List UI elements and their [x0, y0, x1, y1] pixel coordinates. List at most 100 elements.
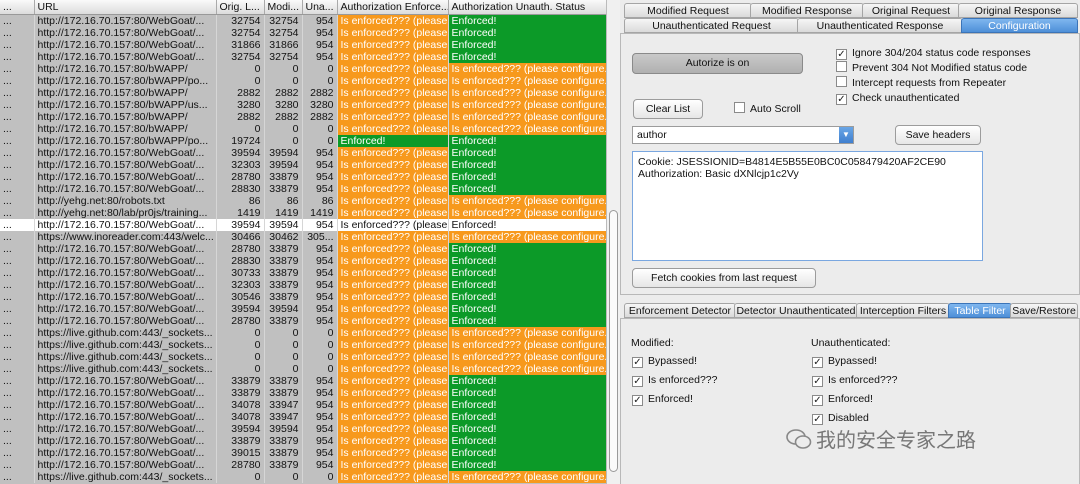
fetch-cookies-button[interactable]: Fetch cookies from last request: [632, 268, 816, 288]
save-headers-button[interactable]: Save headers: [895, 125, 981, 145]
tab-unauth-request[interactable]: Unauthenticated Request: [624, 18, 799, 33]
tab-table-filter[interactable]: Table Filter: [948, 303, 1012, 318]
cell-unauth-len: 0: [302, 339, 338, 351]
table-row[interactable]: ... http://172.16.70.157:80/bWAPP/2882 288…: [0, 87, 606, 99]
cell-unauth-len: 2882: [302, 87, 338, 99]
col-url-header[interactable]: URL: [34, 0, 217, 15]
table-row[interactable]: ... http://172.16.70.157:80/WebGoat/... 28…: [0, 459, 606, 471]
col-orig-len-header[interactable]: Orig. L...: [216, 0, 265, 15]
table-row[interactable]: ... http://172.16.70.157:80/WebGoat/... 32…: [0, 14, 606, 27]
table-row[interactable]: ... http://172.16.70.157:80/WebGoat/... 34…: [0, 399, 606, 411]
table-row[interactable]: ... http://yehg.net:80/robots.txt 86 86 86 Is…: [0, 195, 606, 207]
table-row[interactable]: ... https://live.github.com:443/_sockets.…: [0, 339, 606, 351]
table-row[interactable]: ... http://172.16.70.157:80/bWAPP/po... 0 0…: [0, 75, 606, 87]
cell-auth-status: Is enforced??? (please...: [337, 87, 449, 99]
tab-modified-response[interactable]: Modified Response: [750, 3, 864, 18]
cell-url: http://172.16.70.157:80/WebGoat/...: [34, 423, 217, 435]
table-row[interactable]: ... http://172.16.70.157:80/WebGoat/... 32…: [0, 279, 606, 291]
table-row[interactable]: ... https://live.github.com:443/_sockets.…: [0, 327, 606, 339]
cell-unauth-len: 954: [302, 435, 338, 447]
cell-unauth-status: Is enforced??? (please configure...: [448, 195, 606, 207]
tab-unauth-response[interactable]: Unauthenticated Response: [797, 18, 963, 33]
filter-unauth-disabled[interactable]: ✓ Disabled: [812, 411, 869, 425]
table-row[interactable]: ... https://live.github.com:443/_sockets.…: [0, 471, 606, 483]
auto-scroll-checkbox[interactable]: Auto Scroll: [734, 102, 801, 116]
table-scrollbar[interactable]: [606, 0, 620, 484]
cell-mod-len: 2882: [264, 87, 303, 99]
intercept-repeater-checkbox[interactable]: Intercept requests from Repeater: [836, 76, 1006, 90]
table-row[interactable]: ... http://172.16.70.157:80/WebGoat/... 39…: [0, 423, 606, 435]
prevent-304-checkbox[interactable]: Prevent 304 Not Modified status code: [836, 61, 1027, 75]
cell-orig-len: 28780: [216, 171, 265, 183]
autorize-toggle-button[interactable]: Autorize is on: [632, 53, 803, 74]
cell-auth-status: Is enforced??? (please...: [337, 159, 449, 171]
check-unauth-checkbox[interactable]: ✓ Check unauthenticated: [836, 91, 959, 105]
table-row[interactable]: ... https://live.github.com:443/_sockets.…: [0, 351, 606, 363]
table-row[interactable]: ... http://172.16.70.157:80/WebGoat/... 39…: [0, 447, 606, 459]
cell-mod-len: 0: [264, 363, 303, 375]
tab-configuration[interactable]: Configuration: [961, 18, 1078, 33]
col-id-header[interactable]: ...: [0, 0, 35, 15]
table-row[interactable]: ... http://172.16.70.157:80/bWAPP/0 0 0 Is e…: [0, 123, 606, 135]
cell-id: ...: [0, 303, 35, 315]
table-row[interactable]: ... http://172.16.70.157:80/bWAPP/2882 288…: [0, 111, 606, 123]
filter-mod-is-enforced[interactable]: ✓ Is enforced???: [632, 373, 717, 387]
table-row[interactable]: ... http://172.16.70.157:80/WebGoat/... 31…: [0, 39, 606, 51]
cell-unauth-len: 954: [302, 39, 338, 51]
col-unauth-len-header[interactable]: Una...: [302, 0, 338, 15]
table-row[interactable]: ... http://172.16.70.157:80/WebGoat/... 28…: [0, 315, 606, 327]
cell-id: ...: [0, 459, 35, 471]
table-row[interactable]: ... http://yehg.net:80/lab/pr0js/training…: [0, 207, 606, 219]
tab-original-request[interactable]: Original Request: [862, 3, 960, 18]
table-row[interactable]: ... http://172.16.70.157:80/WebGoat/... 39…: [0, 303, 606, 315]
filter-unauth-enforced[interactable]: ✓ Enforced!: [812, 392, 873, 406]
table-row[interactable]: ... http://172.16.70.157:80/WebGoat/... 30…: [0, 291, 606, 303]
cell-orig-len: 3280: [216, 99, 265, 111]
table-row[interactable]: ... http://172.16.70.157:80/WebGoat/... 28…: [0, 171, 606, 183]
table-row[interactable]: ... http://172.16.70.157:80/bWAPP/po... 19…: [0, 135, 606, 147]
filter-mod-bypassed[interactable]: ✓ Bypassed!: [632, 354, 697, 368]
filter-unauth-bypassed[interactable]: ✓ Bypassed!: [812, 354, 877, 368]
table-row[interactable]: ... http://172.16.70.157:80/WebGoat/... 33…: [0, 375, 606, 387]
table-row[interactable]: ... https://www.inoreader.com:443/welc...…: [0, 231, 606, 243]
table-row[interactable]: ... http://172.16.70.157:80/WebGoat/... 32…: [0, 27, 606, 39]
filter-unauth-is-enforced[interactable]: ✓ Is enforced???: [812, 373, 897, 387]
table-row[interactable]: ... http://172.16.70.157:80/WebGoat/... 32…: [0, 159, 606, 171]
table-row[interactable]: ... http://172.16.70.157:80/WebGoat/... 39…: [0, 147, 606, 159]
table-row[interactable]: ... http://172.16.70.157:80/WebGoat/... 39…: [0, 219, 606, 231]
headers-textarea[interactable]: Cookie: JSESSIONID=B4814E5B55E0BC0C05847…: [632, 151, 983, 261]
table-row[interactable]: ... http://172.16.70.157:80/WebGoat/... 30…: [0, 267, 606, 279]
table-row[interactable]: ... http://172.16.70.157:80/WebGoat/... 28…: [0, 243, 606, 255]
table-row[interactable]: ... http://172.16.70.157:80/WebGoat/... 32…: [0, 51, 606, 63]
table-row[interactable]: ... https://live.github.com:443/_sockets.…: [0, 363, 606, 375]
col-auth-enforce-header[interactable]: Authorization Enforce...: [337, 0, 449, 15]
filter-mod-enforced[interactable]: ✓ Enforced!: [632, 392, 693, 406]
cell-unauth-status: Enforced!: [448, 447, 606, 459]
cell-url: http://yehg.net:80/robots.txt: [34, 195, 217, 207]
ignore-304-checkbox[interactable]: ✓ Ignore 304/204 status code responses: [836, 46, 1031, 60]
table-row[interactable]: ... http://172.16.70.157:80/WebGoat/... 33…: [0, 387, 606, 399]
table-filter-panel: Modified: Unauthenticated: ✓ Bypassed! ✓ I…: [620, 318, 1080, 484]
table-row[interactable]: ... http://172.16.70.157:80/bWAPP/us... 32…: [0, 99, 606, 111]
col-mod-len-header[interactable]: Modi...: [264, 0, 303, 15]
table-row[interactable]: ... http://172.16.70.157:80/WebGoat/... 33…: [0, 435, 606, 447]
cell-unauth-len: 954: [302, 267, 338, 279]
table-row[interactable]: ... http://172.16.70.157:80/WebGoat/... 34…: [0, 411, 606, 423]
tab-interception-filters[interactable]: Interception Filters: [856, 303, 950, 318]
cell-url: http://172.16.70.157:80/WebGoat/...: [34, 39, 217, 51]
cell-orig-len: 0: [216, 363, 265, 375]
scrollbar-thumb[interactable]: [609, 210, 618, 472]
cell-url: https://live.github.com:443/_sockets...: [34, 327, 217, 339]
checkbox-empty-icon: [836, 76, 847, 87]
col-unauth-status-header[interactable]: Authorization Unauth. Status: [448, 0, 606, 15]
tab-enforcement-detector[interactable]: Enforcement Detector: [624, 303, 736, 318]
clear-list-button[interactable]: Clear List: [633, 99, 703, 119]
tab-original-response[interactable]: Original Response: [958, 3, 1078, 18]
profile-select[interactable]: author ▼: [632, 126, 854, 144]
tab-save-restore[interactable]: Save/Restore: [1010, 303, 1078, 318]
tab-modified-request[interactable]: Modified Request: [624, 3, 752, 18]
tab-detector-unauth[interactable]: Detector Unauthenticated: [734, 303, 858, 318]
table-row[interactable]: ... http://172.16.70.157:80/WebGoat/... 28…: [0, 183, 606, 195]
table-row[interactable]: ... http://172.16.70.157:80/WebGoat/... 28…: [0, 255, 606, 267]
table-row[interactable]: ... http://172.16.70.157:80/bWAPP/0 0 0 Is e…: [0, 63, 606, 75]
